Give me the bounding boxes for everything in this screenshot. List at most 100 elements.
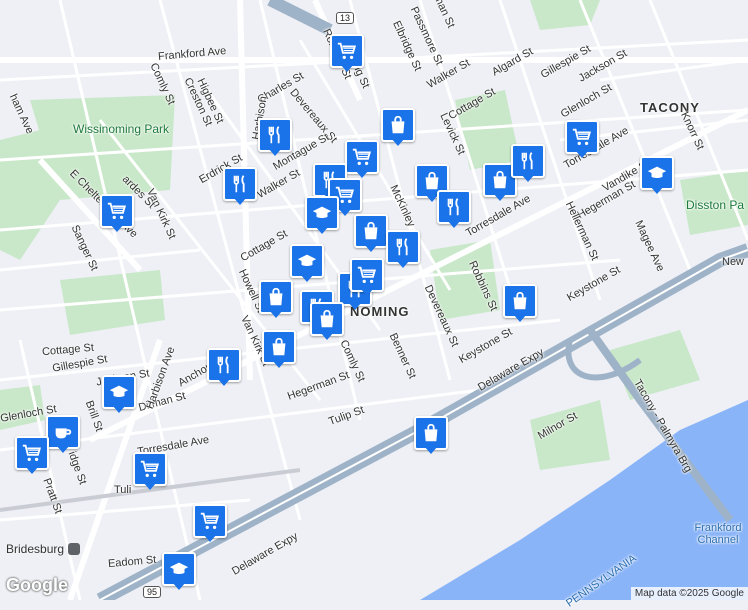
marker-grocery-7[interactable] (133, 452, 167, 492)
marker-box (345, 140, 379, 174)
marker-pointer (269, 310, 283, 318)
marker-pointer (521, 174, 535, 182)
marker-shopping-4[interactable] (354, 214, 388, 254)
marker-restaurant-2[interactable] (223, 167, 257, 207)
marker-school-5[interactable] (305, 196, 339, 236)
shopping-bag-icon (424, 423, 438, 442)
marker-pointer (396, 260, 410, 268)
marker-grocery-1[interactable] (330, 34, 364, 74)
marker-box (511, 144, 545, 178)
marker-pointer (424, 446, 438, 454)
marker-box (414, 416, 448, 450)
park-label-disston: Disston Pa (686, 198, 745, 212)
shopping-bag-icon (364, 221, 378, 240)
marker-pointer (172, 582, 186, 590)
marker-shopping-9[interactable] (259, 280, 293, 320)
marker-box (15, 436, 49, 470)
marker-shopping-8[interactable] (414, 416, 448, 456)
marker-school-3[interactable] (102, 375, 136, 415)
marker-box (259, 280, 293, 314)
shopping-bag-icon (513, 291, 527, 310)
marker-pointer (268, 148, 282, 156)
marker-cafe-1[interactable] (46, 415, 80, 455)
map-attribution[interactable]: Map data ©2025 Google (630, 587, 748, 600)
marker-pointer (338, 208, 352, 216)
marker-pointer (272, 360, 286, 368)
marker-box (262, 330, 296, 364)
marker-grocery-5[interactable] (350, 258, 384, 298)
shopping-bag-icon (391, 115, 405, 134)
interstate-95-shield: 95 (143, 586, 162, 598)
marker-grocery-2[interactable] (345, 140, 379, 180)
marker-restaurant-9[interactable] (207, 348, 241, 388)
marker-pointer (575, 150, 589, 158)
shopping-bag-icon (320, 309, 334, 328)
marker-box (162, 552, 196, 586)
street-tulip-w-partial: Tuli (114, 484, 132, 496)
marker-pointer (650, 186, 664, 194)
route-13-shield: 13 (336, 12, 355, 24)
area-label-tacony: TACONY (640, 100, 700, 115)
marker-grocery-8[interactable] (193, 504, 227, 544)
marker-pointer (233, 197, 247, 205)
marker-pointer (340, 64, 354, 72)
cart-icon (572, 128, 592, 146)
marker-box (207, 348, 241, 382)
marker-pointer (493, 193, 507, 201)
marker-box (102, 375, 136, 409)
water-label-frankford-channel: Frankford Channel (694, 522, 742, 546)
graduation-cap-icon (297, 254, 317, 267)
marker-pointer (110, 224, 124, 232)
coffee-cup-icon (55, 428, 72, 439)
marker-box (305, 196, 339, 230)
marker-shopping-5[interactable] (503, 284, 537, 324)
fork-knife-icon (396, 238, 408, 256)
marker-pointer (143, 482, 157, 490)
marker-pointer (513, 314, 527, 322)
google-logo: Google (6, 575, 68, 595)
marker-box (258, 118, 292, 152)
marker-box (350, 258, 384, 292)
marker-grocery-3[interactable] (565, 120, 599, 160)
marker-box (133, 452, 167, 486)
marker-restaurant-5[interactable] (511, 144, 545, 184)
marker-box (223, 167, 257, 201)
marker-shopping-1[interactable] (381, 108, 415, 148)
cart-icon (107, 202, 127, 220)
shopping-bag-icon (269, 287, 283, 306)
marker-box (310, 302, 344, 336)
fork-knife-icon (217, 356, 229, 374)
marker-shopping-6[interactable] (310, 302, 344, 342)
marker-school-2[interactable] (290, 244, 324, 284)
marker-restaurant-4[interactable] (437, 190, 471, 230)
marker-box (565, 120, 599, 154)
marker-restaurant-1[interactable] (258, 118, 292, 158)
marker-pointer (447, 220, 461, 228)
graduation-cap-icon (312, 206, 332, 219)
marker-grocery-6[interactable] (15, 436, 49, 476)
graduation-cap-icon (169, 562, 189, 575)
cart-icon (352, 148, 372, 166)
marker-school-4[interactable] (162, 552, 196, 592)
map-canvas[interactable] (0, 0, 748, 600)
cart-icon (200, 512, 220, 530)
fork-knife-icon (521, 152, 533, 170)
marker-pointer (364, 244, 378, 252)
graduation-cap-icon (647, 166, 667, 179)
marker-box (290, 244, 324, 278)
marker-box (100, 194, 134, 228)
place-bridesburg: Bridesburg (6, 542, 81, 556)
marker-box (381, 108, 415, 142)
marker-school-1[interactable] (640, 156, 674, 196)
marker-box (437, 190, 471, 224)
marker-restaurant-6[interactable] (386, 230, 420, 270)
fork-knife-icon (268, 126, 280, 144)
marker-shopping-7[interactable] (262, 330, 296, 370)
marker-pointer (300, 274, 314, 282)
marker-pointer (112, 405, 126, 413)
marker-pointer (25, 466, 39, 474)
marker-grocery-4[interactable] (100, 194, 134, 234)
cart-icon (337, 42, 357, 60)
transit-icon (68, 543, 81, 555)
fork-knife-icon (447, 198, 459, 216)
